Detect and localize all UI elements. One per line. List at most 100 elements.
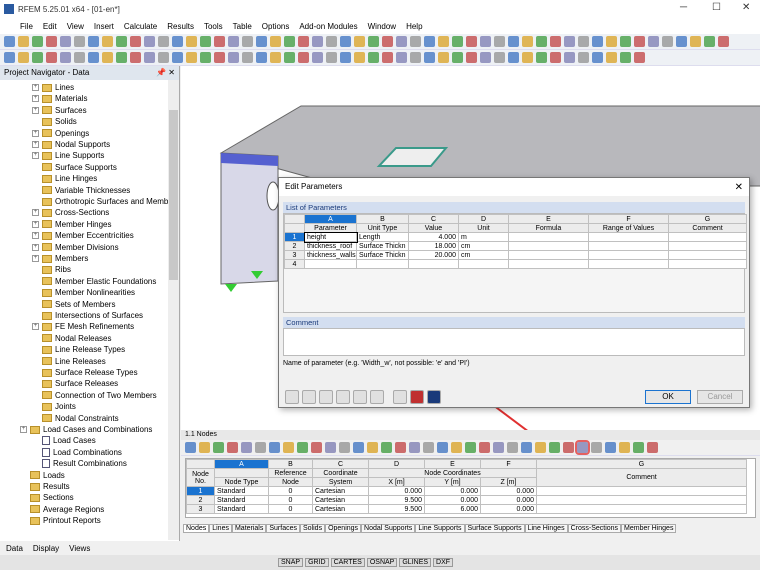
column-letter[interactable]: B (356, 214, 409, 224)
toolbar-button-icon[interactable] (676, 36, 687, 47)
toolbar-button-icon[interactable] (4, 52, 15, 63)
dialog-tool-button-icon[interactable] (353, 390, 367, 404)
expand-icon[interactable]: + (32, 141, 39, 148)
tab-data[interactable]: Data (6, 544, 23, 553)
toolbar-button-icon[interactable] (32, 52, 43, 63)
toolbar-button-icon[interactable] (452, 52, 463, 63)
dialog-tool-button-icon[interactable] (336, 390, 350, 404)
tree-item[interactable]: Results (20, 481, 70, 492)
tree-item[interactable]: + Member Eccentricities (32, 230, 134, 241)
expand-icon[interactable]: + (32, 323, 39, 331)
tree-item[interactable]: Member Nonlinearities (32, 287, 135, 298)
toolbar-button-icon[interactable] (354, 52, 365, 63)
toolbar-button-icon[interactable] (227, 442, 238, 453)
table-cell[interactable]: Standard (214, 486, 269, 496)
toolbar-button-icon[interactable] (578, 36, 589, 47)
column-letter[interactable]: C (312, 459, 369, 469)
toolbar-button-icon[interactable] (213, 442, 224, 453)
sheet-tab[interactable]: Line Supports (415, 524, 465, 533)
toolbar-button-icon[interactable] (256, 52, 267, 63)
dialog-tool-button-icon[interactable] (319, 390, 333, 404)
toolbar-button-icon[interactable] (550, 52, 561, 63)
table-cell[interactable]: 0.000 (480, 504, 537, 514)
minimize-button[interactable]: ─ (680, 2, 687, 13)
table-cell[interactable] (304, 259, 357, 269)
tree-item[interactable]: + Member Hinges (32, 219, 111, 230)
toolbar-button-icon[interactable] (508, 36, 519, 47)
sheet-tab[interactable]: Member Hinges (621, 524, 677, 533)
toolbar-button-icon[interactable] (326, 52, 337, 63)
toolbar-button-icon[interactable] (130, 36, 141, 47)
toolbar-button-icon[interactable] (396, 36, 407, 47)
toolbar-button-icon[interactable] (550, 36, 561, 47)
table-cell[interactable] (408, 259, 459, 269)
menu-tools[interactable]: Tools (204, 22, 223, 31)
toolbar-button-icon[interactable] (606, 36, 617, 47)
expand-icon[interactable]: + (32, 84, 39, 91)
column-letter[interactable]: E (424, 459, 481, 469)
toolbar-button-icon[interactable] (311, 442, 322, 453)
toolbar-button-icon[interactable] (605, 442, 616, 453)
table-cell[interactable] (588, 241, 669, 251)
menu-addon[interactable]: Add-on Modules (299, 22, 357, 31)
tree-item[interactable]: Surface Releases (32, 378, 118, 389)
dialog-tool-button-icon[interactable] (302, 390, 316, 404)
toolbar-button-icon[interactable] (32, 36, 43, 47)
tree-item[interactable]: Ribs (32, 264, 71, 275)
toolbar-button-icon[interactable] (312, 36, 323, 47)
toolbar-button-icon[interactable] (438, 36, 449, 47)
sheet-tab[interactable]: Materials (231, 524, 267, 533)
sheet-tab[interactable]: Lines (209, 524, 232, 533)
comment-cell[interactable] (536, 495, 747, 505)
toolbar-button-icon[interactable] (102, 36, 113, 47)
expand-icon[interactable]: + (32, 243, 39, 251)
toolbar-button-icon[interactable] (326, 36, 337, 47)
tab-views[interactable]: Views (69, 544, 90, 553)
table-cell[interactable] (508, 232, 589, 242)
table-cell[interactable]: 4.000 (408, 232, 459, 242)
tree-item[interactable]: Variable Thicknesses (32, 185, 130, 196)
toolbar-button-icon[interactable] (690, 36, 701, 47)
table-cell[interactable]: Surface Thickn (356, 250, 409, 260)
column-letter[interactable]: D (368, 459, 425, 469)
maximize-button[interactable]: ☐ (712, 2, 721, 13)
toolbar-button-icon[interactable] (662, 36, 673, 47)
table-cell[interactable]: 9.500 (368, 495, 425, 505)
toolbar-button-icon[interactable] (312, 52, 323, 63)
tree-item[interactable]: Sets of Members (32, 299, 115, 310)
sheet-tab[interactable]: Cross-Sections (567, 524, 622, 533)
toolbar-button-icon[interactable] (704, 36, 715, 47)
comment-input[interactable] (283, 328, 745, 356)
toolbar-button-icon[interactable] (480, 52, 491, 63)
toolbar-button-icon[interactable] (74, 52, 85, 63)
toolbar-button-icon[interactable] (241, 442, 252, 453)
tree-item[interactable]: Joints (32, 401, 76, 412)
toolbar-button-icon[interactable] (270, 36, 281, 47)
toolbar-button-icon[interactable] (18, 52, 29, 63)
toolbar-button-icon[interactable] (410, 36, 421, 47)
sheet-tab[interactable]: Nodes (183, 524, 210, 533)
expand-icon[interactable]: + (32, 152, 39, 160)
toolbar-button-icon[interactable] (437, 442, 448, 453)
dialog-tool-button-icon[interactable] (393, 390, 407, 404)
dialog-close-button[interactable]: ✕ (735, 182, 743, 193)
table-cell[interactable] (508, 250, 589, 260)
toolbar-button-icon[interactable] (144, 52, 155, 63)
status-toggle[interactable]: OSNAP (366, 558, 398, 567)
toolbar-button-icon[interactable] (465, 442, 476, 453)
toolbar-button-icon[interactable] (339, 442, 350, 453)
toolbar-button-icon[interactable] (46, 52, 57, 63)
table-cell[interactable]: Standard (214, 504, 269, 514)
toolbar-button-icon[interactable] (480, 36, 491, 47)
table-cell[interactable] (668, 250, 747, 260)
toolbar-button-icon[interactable] (200, 52, 211, 63)
table-row[interactable]: 2 Standard 0 Cartesian 9.500 0.000 0.000 (186, 495, 747, 505)
tree-item[interactable]: + Surfaces (32, 105, 87, 116)
column-letter[interactable]: G (536, 459, 747, 469)
table-cell[interactable]: cm (458, 241, 509, 251)
toolbar-button-icon[interactable] (88, 36, 99, 47)
toolbar-button-icon[interactable] (381, 442, 392, 453)
expand-icon[interactable]: + (32, 209, 39, 217)
menu-edit[interactable]: Edit (43, 22, 57, 31)
tree-item[interactable]: Load Cases (42, 435, 96, 446)
